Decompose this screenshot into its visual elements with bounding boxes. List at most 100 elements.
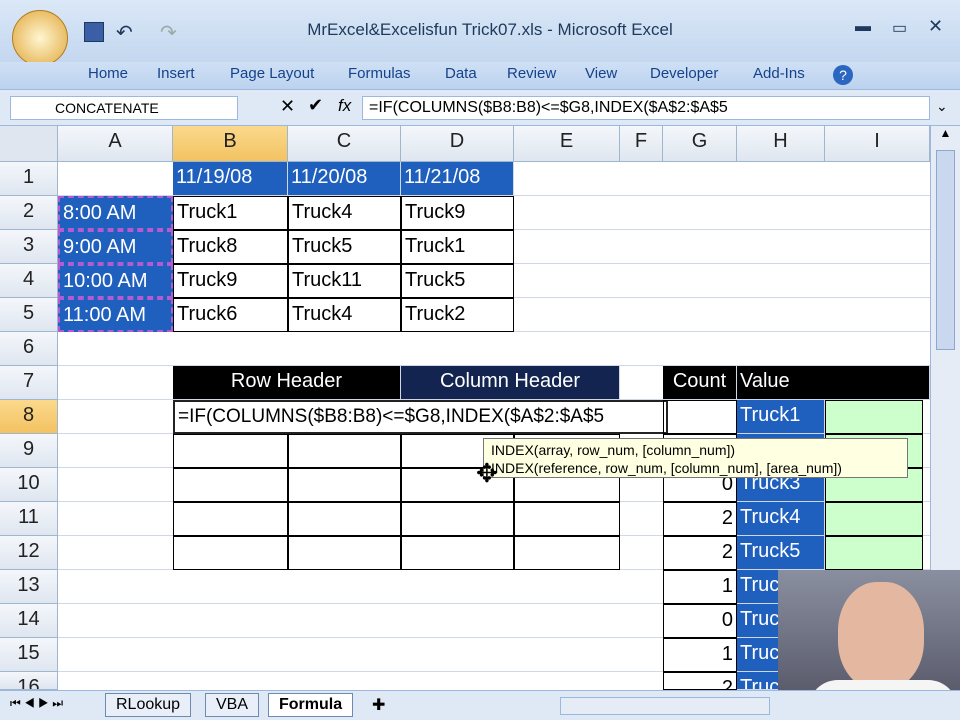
sheet-nav-icons[interactable]: ⏮ ◀ ▶ ⏭: [10, 696, 63, 711]
undo-icon[interactable]: ↶: [116, 20, 133, 45]
row-header-6[interactable]: 6: [0, 332, 58, 366]
column-header-d[interactable]: D: [401, 126, 514, 162]
output-cell[interactable]: [514, 536, 620, 570]
truck-cell[interactable]: Truck5: [401, 264, 514, 298]
truck-cell[interactable]: Truck11: [288, 264, 401, 298]
tab-developer[interactable]: Developer: [650, 65, 718, 82]
output-cell[interactable]: [173, 468, 288, 502]
column-header-title[interactable]: Column Header: [401, 366, 620, 400]
tab-home[interactable]: Home: [88, 65, 128, 82]
truck-cell[interactable]: Truck8: [173, 230, 288, 264]
restore-button[interactable]: ▭: [892, 18, 907, 38]
scroll-up-icon[interactable]: ▲: [931, 126, 960, 150]
select-all-button[interactable]: [0, 126, 58, 162]
tab-formulas[interactable]: Formulas: [348, 65, 411, 82]
expand-formula-icon[interactable]: ⌄: [936, 98, 948, 115]
sheet-tab-formula[interactable]: Formula: [268, 693, 354, 717]
row-header-12[interactable]: 12: [0, 536, 58, 570]
insert-function-button[interactable]: fx: [338, 96, 351, 116]
save-icon[interactable]: [84, 22, 104, 42]
date-cell[interactable]: 11/19/08: [173, 162, 288, 196]
time-cell[interactable]: 8:00 AM: [58, 196, 173, 230]
row-header-16[interactable]: 16: [0, 672, 58, 690]
tab-view[interactable]: View: [585, 65, 617, 82]
tab-insert[interactable]: Insert: [157, 65, 195, 82]
time-cell[interactable]: 9:00 AM: [58, 230, 173, 264]
column-header-e[interactable]: E: [514, 126, 620, 162]
row-header-8[interactable]: 8: [0, 400, 58, 434]
count-cell[interactable]: [663, 400, 737, 434]
row-header-1[interactable]: 1: [0, 162, 58, 196]
truck-cell[interactable]: Truck9: [173, 264, 288, 298]
row-header-4[interactable]: 4: [0, 264, 58, 298]
truck-cell[interactable]: Truck9: [401, 196, 514, 230]
row-header-title[interactable]: Row Header: [173, 366, 401, 400]
truck-cell[interactable]: Truck4: [288, 298, 401, 332]
tab-data[interactable]: Data: [445, 65, 477, 82]
horizontal-scrollbar[interactable]: [560, 697, 770, 715]
output-cell[interactable]: [173, 536, 288, 570]
date-cell[interactable]: 11/21/08: [401, 162, 514, 196]
row-header-9[interactable]: 9: [0, 434, 58, 468]
truck-cell[interactable]: Truck1: [401, 230, 514, 264]
row-header-7[interactable]: 7: [0, 366, 58, 400]
minimize-button[interactable]: ▬: [855, 18, 871, 36]
count-cell[interactable]: 1: [663, 638, 737, 672]
scroll-thumb[interactable]: [936, 150, 955, 350]
truck-cell[interactable]: Truck5: [288, 230, 401, 264]
active-cell-edit[interactable]: =IF(COLUMNS($B8:B8)<=$G8,INDEX($A$2:$A$5: [173, 400, 668, 434]
help-icon[interactable]: ?: [833, 65, 853, 85]
count-cell[interactable]: 0: [663, 604, 737, 638]
close-button[interactable]: ✕: [928, 16, 943, 37]
output-cell[interactable]: [288, 434, 401, 468]
time-cell[interactable]: 11:00 AM: [58, 298, 173, 332]
tooltip-line-array[interactable]: INDEX(array, row_num, [column_num]): [491, 441, 900, 459]
cancel-icon[interactable]: ✕: [280, 96, 295, 117]
output-cell[interactable]: [401, 502, 514, 536]
output-cell[interactable]: [288, 468, 401, 502]
truck-cell[interactable]: Truck1: [173, 196, 288, 230]
row-header-3[interactable]: 3: [0, 230, 58, 264]
truck-cell[interactable]: Truck2: [401, 298, 514, 332]
output-cell[interactable]: [173, 502, 288, 536]
row-header-13[interactable]: 13: [0, 570, 58, 604]
output-cell[interactable]: [514, 502, 620, 536]
count-cell[interactable]: 2: [663, 672, 737, 690]
column-header-a[interactable]: A: [58, 126, 173, 162]
count-cell[interactable]: 2: [663, 502, 737, 536]
column-header-g[interactable]: G: [663, 126, 737, 162]
column-header-f[interactable]: F: [620, 126, 663, 162]
column-header-i[interactable]: I: [825, 126, 930, 162]
row-header-11[interactable]: 11: [0, 502, 58, 536]
column-header-h[interactable]: H: [737, 126, 825, 162]
truck-cell[interactable]: Truck4: [288, 196, 401, 230]
value-header[interactable]: Value: [737, 366, 930, 400]
value-cell[interactable]: Truck4: [737, 502, 825, 536]
result-cell[interactable]: [825, 536, 923, 570]
result-cell[interactable]: [825, 400, 923, 434]
result-cell[interactable]: [825, 502, 923, 536]
output-cell[interactable]: [288, 502, 401, 536]
count-cell[interactable]: 2: [663, 536, 737, 570]
output-cell[interactable]: [401, 536, 514, 570]
row-header-15[interactable]: 15: [0, 638, 58, 672]
name-box[interactable]: CONCATENATE: [10, 96, 238, 120]
row-header-2[interactable]: 2: [0, 196, 58, 230]
date-cell[interactable]: 11/20/08: [288, 162, 401, 196]
row-header-14[interactable]: 14: [0, 604, 58, 638]
column-header-b[interactable]: B: [173, 126, 288, 162]
row-header-10[interactable]: 10: [0, 468, 58, 502]
tab-add-ins[interactable]: Add-Ins: [753, 65, 805, 82]
tab-page-layout[interactable]: Page Layout: [230, 65, 314, 82]
sheet-tab-rlookup[interactable]: RLookup: [105, 693, 192, 717]
office-button[interactable]: [12, 10, 68, 66]
value-cell[interactable]: Truck1: [737, 400, 825, 434]
truck-cell[interactable]: Truck6: [173, 298, 288, 332]
column-header-c[interactable]: C: [288, 126, 401, 162]
formula-input[interactable]: =IF(COLUMNS($B8:B8)<=$G8,INDEX($A$2:$A$5: [362, 96, 930, 120]
count-cell[interactable]: 1: [663, 570, 737, 604]
value-cell[interactable]: Truck5: [737, 536, 825, 570]
count-header[interactable]: Count: [663, 366, 737, 400]
insert-sheet-icon[interactable]: ✚: [372, 695, 385, 715]
tab-review[interactable]: Review: [507, 65, 556, 82]
